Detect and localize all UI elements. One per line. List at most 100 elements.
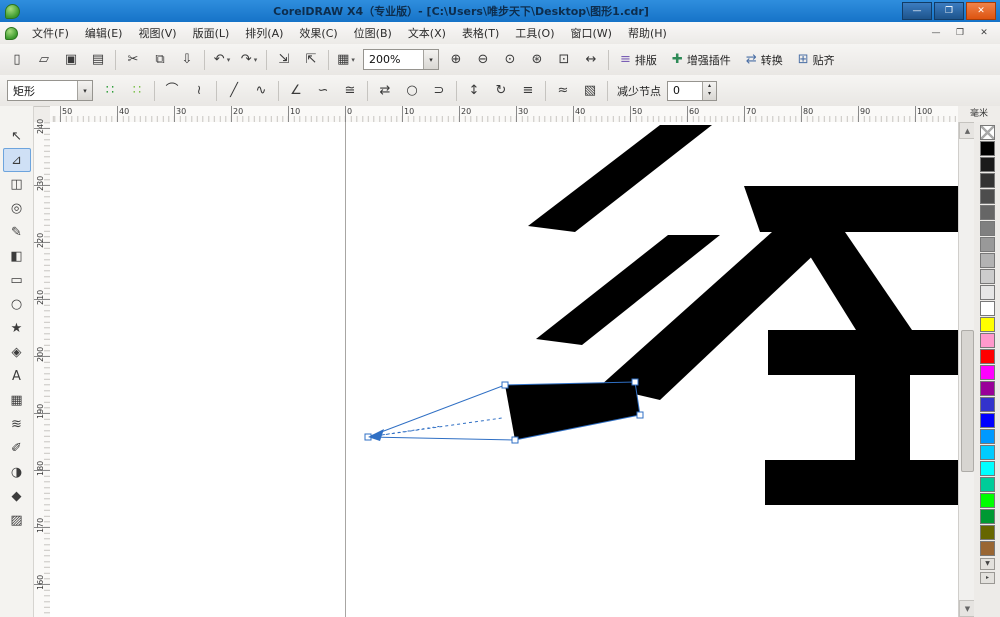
- crop-tool[interactable]: ◫: [3, 172, 31, 196]
- color-swatch[interactable]: [980, 477, 995, 492]
- zoom-page-width-button[interactable]: ↔: [578, 47, 604, 73]
- color-swatch[interactable]: [980, 205, 995, 220]
- color-swatch[interactable]: [980, 349, 995, 364]
- polygon-tool[interactable]: ★: [3, 316, 31, 340]
- snap-button[interactable]: ⊞ 贴齐: [791, 47, 842, 73]
- menu-bitmaps[interactable]: 位图(B): [346, 23, 400, 44]
- minimize-button[interactable]: —: [902, 2, 932, 20]
- palette-scroll-down-button[interactable]: ▼: [980, 558, 995, 570]
- color-swatch[interactable]: [980, 493, 995, 508]
- outline-tool[interactable]: ◑: [3, 460, 31, 484]
- convert-to-line-button[interactable]: ╱: [221, 78, 247, 104]
- smooth-node-button[interactable]: ∽: [310, 78, 336, 104]
- menu-window[interactable]: 窗口(W): [563, 23, 620, 44]
- color-swatch[interactable]: [980, 301, 995, 316]
- reverse-direction-button[interactable]: ⇄: [372, 78, 398, 104]
- join-two-nodes-button[interactable]: ⌒: [159, 78, 185, 104]
- color-swatch[interactable]: [980, 237, 995, 252]
- color-swatch[interactable]: [980, 141, 995, 156]
- add-node-button[interactable]: ∷: [97, 78, 123, 104]
- color-swatch[interactable]: [980, 461, 995, 476]
- undo-button[interactable]: ↶ ▾: [209, 47, 235, 73]
- close-curve-button[interactable]: ○: [399, 78, 425, 104]
- color-swatch[interactable]: [980, 445, 995, 460]
- convert-to-curve-button[interactable]: ∿: [248, 78, 274, 104]
- copy-button[interactable]: ⧉: [147, 47, 173, 73]
- reduce-nodes-input-stepper[interactable]: ▴ ▾: [702, 81, 716, 100]
- vertical-scrollbar[interactable]: ▲ ▼: [958, 122, 976, 617]
- color-swatch[interactable]: [980, 173, 995, 188]
- chevron-down-icon[interactable]: ▾: [423, 50, 438, 69]
- color-swatch[interactable]: [980, 365, 995, 380]
- drawing-canvas[interactable]: [50, 122, 958, 617]
- maximize-button[interactable]: ❐: [934, 2, 964, 20]
- palette-flyout-button[interactable]: ▸: [980, 572, 995, 584]
- text-tool[interactable]: A: [3, 364, 31, 388]
- reduce-nodes-input[interactable]: 0 ▴ ▾: [667, 80, 717, 101]
- color-swatch[interactable]: [980, 333, 995, 348]
- interactive-fill-tool[interactable]: ▨: [3, 508, 31, 532]
- zoom-tool[interactable]: ◎: [3, 196, 31, 220]
- smart-fill-tool[interactable]: ◧: [3, 244, 31, 268]
- redo-button[interactable]: ↷ ▾: [236, 47, 262, 73]
- zoom-all-objects-button[interactable]: ⊛: [524, 47, 550, 73]
- spin-down-icon[interactable]: ▾: [703, 90, 716, 98]
- new-document-button[interactable]: ▯: [4, 47, 30, 73]
- print-button[interactable]: ▤: [85, 47, 111, 73]
- symmetric-node-button[interactable]: ≅: [337, 78, 363, 104]
- color-swatch[interactable]: [980, 541, 995, 556]
- horizontal-ruler[interactable]: 50 40 30 20 10 0 10 20 30 40 50 60 70 80 90 100: [50, 106, 958, 123]
- color-swatch[interactable]: [980, 429, 995, 444]
- menu-effects[interactable]: 效果(C): [291, 23, 345, 44]
- export-button[interactable]: ⇱: [298, 47, 324, 73]
- menu-layout[interactable]: 版面(L): [185, 23, 238, 44]
- delete-node-button[interactable]: ∷: [124, 78, 150, 104]
- color-swatch[interactable]: [980, 189, 995, 204]
- basic-shapes-tool[interactable]: ◈: [3, 340, 31, 364]
- application-launcher-button[interactable]: ▦ ▾: [333, 47, 359, 73]
- menu-file[interactable]: 文件(F): [24, 23, 77, 44]
- zoom-page-button[interactable]: ⊡: [551, 47, 577, 73]
- zoom-in-button[interactable]: ⊕: [443, 47, 469, 73]
- color-swatch[interactable]: [980, 413, 995, 428]
- menu-edit[interactable]: 编辑(E): [77, 23, 131, 44]
- convert-button[interactable]: ⇄ 转换: [739, 47, 790, 73]
- close-button[interactable]: ✕: [966, 2, 996, 20]
- menu-arrange[interactable]: 排列(A): [237, 23, 291, 44]
- cut-button[interactable]: ✂: [120, 47, 146, 73]
- blend-tool[interactable]: ≋: [3, 412, 31, 436]
- rotate-nodes-button[interactable]: ↻: [488, 78, 514, 104]
- rectangle-tool[interactable]: ▭: [3, 268, 31, 292]
- zoom-selected-button[interactable]: ⊙: [497, 47, 523, 73]
- color-swatch[interactable]: [980, 317, 995, 332]
- menu-view[interactable]: 视图(V): [130, 23, 184, 44]
- text-object-strokes[interactable]: [505, 125, 958, 505]
- mdi-restore-button[interactable]: ❐: [952, 28, 968, 38]
- zoom-level[interactable]: 200% ▾: [363, 49, 439, 70]
- open-button[interactable]: ▱: [31, 47, 57, 73]
- cusp-node-button[interactable]: ∠: [283, 78, 309, 104]
- color-swatch[interactable]: [980, 525, 995, 540]
- select-all-nodes-button[interactable]: ▧: [577, 78, 603, 104]
- pick-tool[interactable]: ↖: [3, 124, 31, 148]
- align-nodes-button[interactable]: ≡: [515, 78, 541, 104]
- chevron-down-icon[interactable]: ▾: [77, 81, 92, 100]
- vertical-ruler[interactable]: 240 230 220 210 200 190 180 170 160: [33, 119, 51, 617]
- color-swatch[interactable]: [980, 269, 995, 284]
- table-tool[interactable]: ▦: [3, 388, 31, 412]
- chevron-down-icon[interactable]: ▾: [351, 56, 355, 64]
- freehand-tool[interactable]: ✎: [3, 220, 31, 244]
- save-button[interactable]: ▣: [58, 47, 84, 73]
- eyedropper-tool[interactable]: ✐: [3, 436, 31, 460]
- color-swatch[interactable]: [980, 381, 995, 396]
- typeset-button[interactable]: ≡ 排版: [613, 47, 664, 73]
- elastic-mode-button[interactable]: ≈: [550, 78, 576, 104]
- preset-list[interactable]: 矩形 ▾: [7, 80, 93, 101]
- color-swatch[interactable]: [980, 285, 995, 300]
- chevron-down-icon[interactable]: ▾: [254, 56, 258, 64]
- shape-tool[interactable]: ⊿: [2, 148, 31, 172]
- chevron-down-icon[interactable]: ▾: [227, 56, 231, 64]
- stretch-nodes-button[interactable]: ↕: [461, 78, 487, 104]
- color-swatch[interactable]: [980, 221, 995, 236]
- color-swatch[interactable]: [980, 509, 995, 524]
